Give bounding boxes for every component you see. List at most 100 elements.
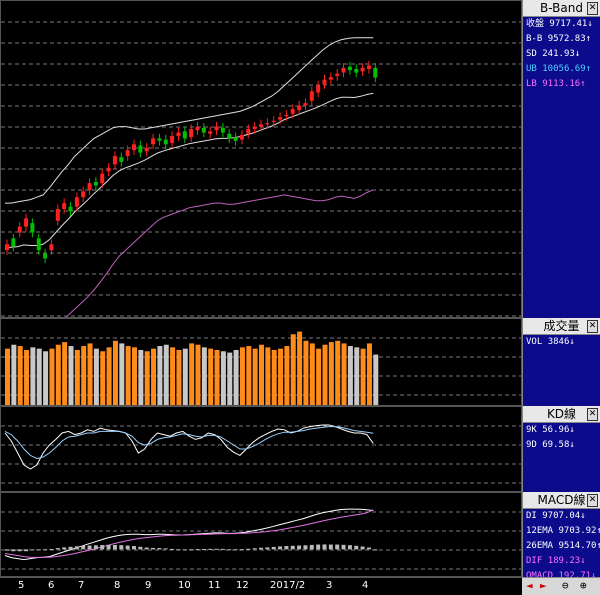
volume-bar: [284, 346, 290, 405]
volume-bar: [49, 348, 55, 405]
osc-bar: [347, 545, 352, 550]
candle-body: [252, 126, 257, 129]
candle-body: [239, 134, 244, 140]
candle-body: [316, 85, 321, 93]
scroll-left-icon[interactable]: ◄: [526, 579, 533, 592]
osc-bar: [259, 547, 263, 550]
volume-bar: [11, 344, 17, 405]
volume-bar: [5, 348, 10, 405]
candle-body: [144, 147, 149, 152]
kd-chart-pane[interactable]: [0, 406, 522, 492]
osc-bar: [100, 545, 105, 550]
trend-arrow-icon: ↓: [574, 49, 581, 59]
bband-close-button[interactable]: ✕: [587, 2, 598, 15]
bband-title: B-Band: [540, 1, 583, 15]
date-tick-label: 11: [208, 580, 221, 591]
candle-body: [360, 67, 365, 72]
macd-label: 26EMA: [526, 541, 559, 551]
bband-value: 9717.41: [549, 19, 588, 29]
volume-label: VOL: [526, 337, 548, 347]
volume-bar: [176, 349, 182, 405]
volume-bar: [278, 348, 284, 405]
volume-bar: [252, 348, 258, 405]
candle-body: [220, 127, 225, 133]
osc-bar: [290, 545, 295, 550]
bband-label: UB: [526, 64, 543, 74]
osc-bar: [170, 548, 175, 550]
bband-label: B-B: [526, 34, 548, 44]
osc-bar: [43, 549, 48, 551]
date-tick-label: 4: [362, 580, 369, 591]
volume-bar: [138, 349, 144, 405]
bband-label: LB: [526, 79, 543, 89]
candle-body: [24, 218, 29, 227]
volume-chart-pane[interactable]: [0, 318, 522, 406]
osc-bar: [30, 549, 35, 551]
candle-body: [335, 73, 340, 77]
candle-body: [62, 203, 67, 209]
macd-close-button[interactable]: ✕: [587, 494, 598, 507]
volume-bar: [74, 349, 80, 405]
bband-chart-pane[interactable]: [0, 0, 522, 318]
date-tick-label: 3: [326, 580, 333, 591]
volume-bar: [144, 351, 150, 405]
volume-bar: [157, 346, 163, 405]
volume-bar: [246, 346, 252, 405]
osc-bar: [74, 546, 79, 550]
osc-bar: [132, 546, 136, 550]
candle-body: [309, 91, 314, 101]
macd-title: MACD線: [537, 493, 586, 507]
volume-bar: [182, 348, 188, 405]
middle-band-line: [5, 92, 374, 248]
volume-bar: [322, 344, 328, 405]
candle-body: [74, 197, 79, 207]
osc-bar: [360, 546, 365, 550]
candle-body: [182, 131, 187, 139]
candle-body: [55, 209, 60, 221]
osc-bar: [5, 549, 9, 551]
osc-bar: [354, 545, 359, 550]
candle-body: [17, 226, 22, 233]
osc-bar: [11, 549, 16, 552]
date-tick-label: 6: [48, 580, 55, 591]
candle-body: [93, 181, 98, 186]
volume-close-button[interactable]: ✕: [587, 320, 598, 333]
osc-bar: [316, 544, 321, 550]
volume-bar: [189, 343, 195, 405]
osc-bar: [341, 544, 346, 550]
osc-bar: [125, 545, 130, 550]
bband-value-row: LB 9113.16↑: [523, 77, 600, 92]
candle-body: [354, 69, 359, 73]
volume-bar: [328, 342, 334, 405]
kd-value-row: 9K 56.96↓: [523, 423, 600, 438]
candle-body: [290, 109, 295, 114]
candle-body: [81, 191, 86, 198]
osc-bar: [373, 549, 378, 551]
candle-body: [87, 183, 92, 191]
volume-bar: [297, 331, 303, 405]
kd-close-button[interactable]: ✕: [587, 408, 598, 421]
kd-value-row: 9D 69.58↓: [523, 438, 600, 453]
candle-body: [246, 129, 251, 134]
volume-bar: [100, 351, 106, 405]
candle-body: [138, 145, 143, 153]
volume-bar: [290, 334, 296, 405]
candle-body: [278, 117, 283, 120]
trend-arrow-icon: ↓: [569, 337, 575, 347]
volume-bar: [81, 346, 87, 405]
candle-body: [347, 66, 352, 71]
zoom-in-icon[interactable]: ⊕: [580, 579, 587, 592]
bband-value: 10056.69: [542, 64, 586, 74]
candle-body: [163, 139, 168, 145]
zoom-out-icon[interactable]: ⊖: [562, 579, 569, 592]
scroll-right-icon[interactable]: ►: [540, 579, 547, 592]
kd-value: 56.96: [542, 425, 570, 435]
osc-bar: [366, 547, 371, 550]
osc-bar: [163, 548, 168, 550]
candle-body: [328, 77, 333, 80]
macd-chart-pane[interactable]: [0, 492, 522, 577]
osc-bar: [17, 549, 22, 552]
volume-bar: [316, 348, 322, 405]
osc-bar: [138, 546, 143, 550]
volume-bar: [208, 348, 214, 405]
